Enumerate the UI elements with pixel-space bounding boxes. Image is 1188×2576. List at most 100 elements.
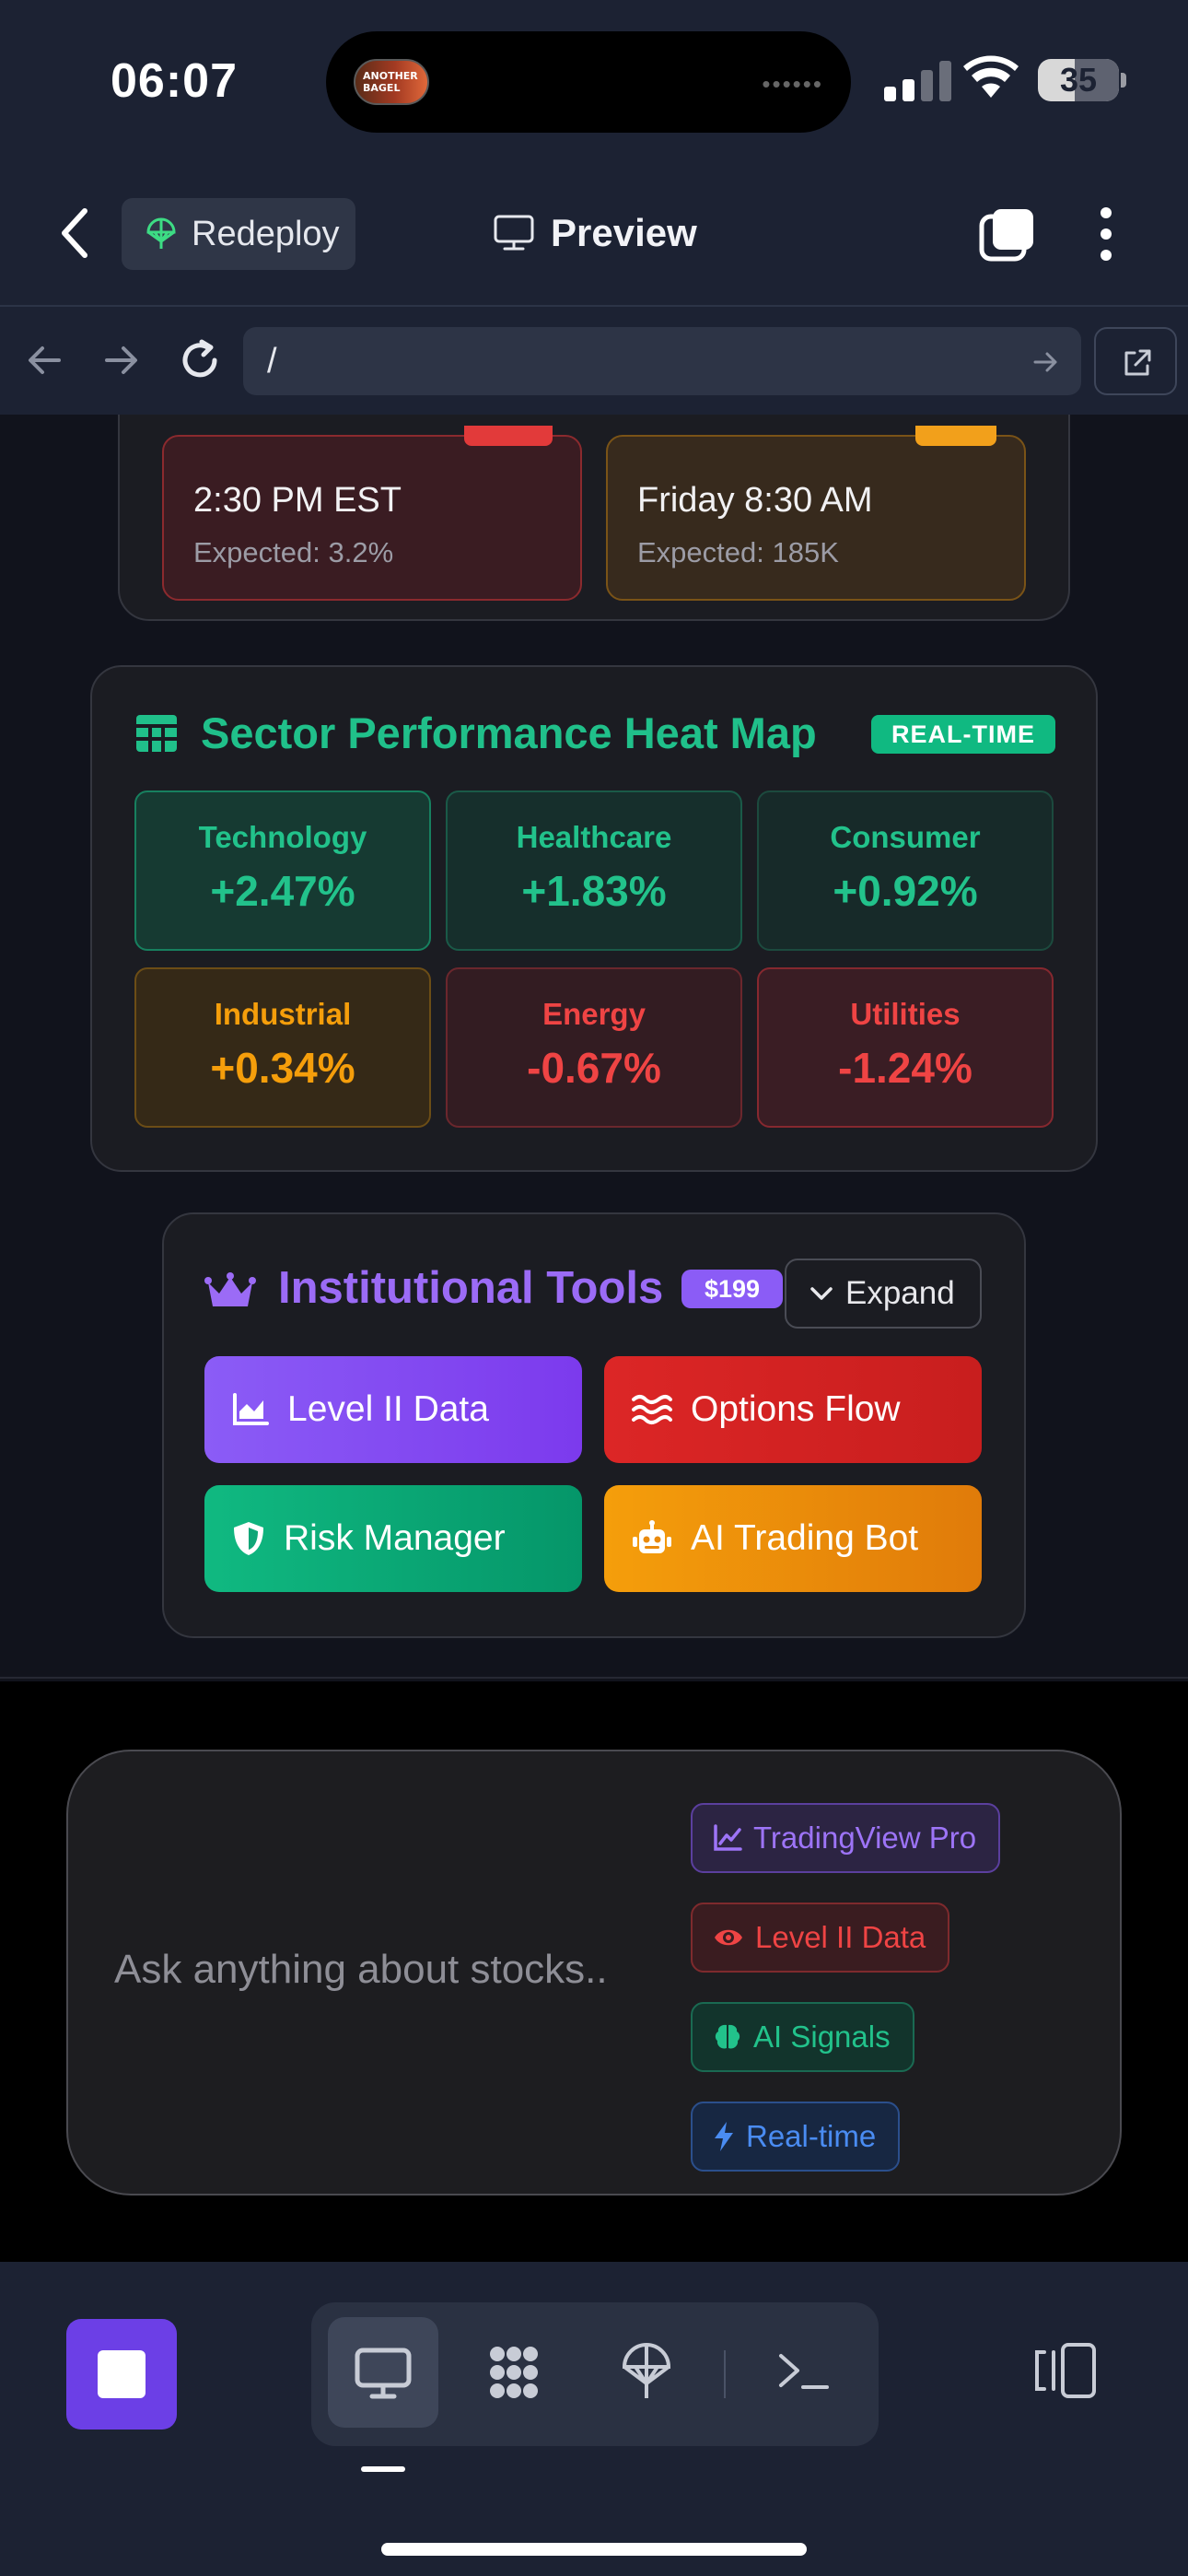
ai-trading-bot-button[interactable]: AI Trading Bot (604, 1485, 982, 1592)
event-badge (464, 426, 553, 446)
sector-change: +1.83% (521, 867, 667, 915)
tab-terminal[interactable] (748, 2317, 858, 2428)
sector-name: Energy (542, 997, 646, 1031)
event-expected: Expected: 185K (637, 536, 839, 568)
chat-area: Ask anything about stocks.. TradingView … (0, 1681, 1188, 2262)
redeploy-icon (146, 217, 176, 249)
desktop-icon (355, 2348, 412, 2399)
level-ii-data-button[interactable]: Level II Data (204, 1356, 582, 1463)
redeploy-label: Redeploy (192, 214, 340, 253)
go-arrow-icon[interactable] (1033, 349, 1059, 375)
sector-change: +0.34% (210, 1044, 355, 1092)
now-playing-artwork-text: ANOTHER BAGEL (363, 70, 418, 94)
expand-button[interactable]: Expand (785, 1259, 982, 1329)
tab-apps[interactable] (459, 2317, 569, 2428)
crown-icon (204, 1272, 256, 1306)
home-indicator[interactable] (381, 2543, 807, 2556)
event-time: Friday 8:30 AM (637, 481, 873, 520)
chip-level-ii-data[interactable]: Level II Data (691, 1903, 950, 1973)
sector-tile-energy[interactable]: Energy -0.67% (446, 967, 742, 1128)
preview-label: Preview (551, 211, 697, 254)
tabs-icon[interactable] (978, 205, 1037, 264)
sector-tile-consumer[interactable]: Consumer +0.92% (757, 790, 1054, 951)
chip-label: Level II Data (755, 1920, 926, 1954)
content-divider (0, 1677, 1188, 1679)
chat-input[interactable]: Ask anything about stocks.. TradingView … (66, 1750, 1122, 2195)
redeploy-button[interactable]: Redeploy (122, 198, 355, 270)
robot-icon (633, 1520, 671, 1553)
app-top-bar: Redeploy Preview (0, 161, 1188, 306)
sector-tile-technology[interactable]: Technology +2.47% (134, 790, 431, 951)
chip-label: Real-time (746, 2119, 877, 2153)
chip-real-time[interactable]: Real-time (691, 2102, 901, 2172)
waves-icon (632, 1395, 672, 1424)
back-chevron-icon[interactable] (53, 205, 99, 261)
brain-icon (715, 2024, 740, 2049)
institutional-tools-card: Institutional Tools $199 Expand Level II… (162, 1212, 1026, 1638)
battery-tip (1121, 73, 1126, 88)
shield-icon (234, 1522, 263, 1555)
url-text: / (267, 342, 277, 381)
chip-label: AI Signals (753, 2020, 891, 2054)
price-badge: $199 (681, 1270, 783, 1308)
nav-back-icon[interactable] (26, 342, 63, 379)
active-tab-indicator (361, 2466, 405, 2472)
area-chart-icon (233, 1393, 269, 1425)
institutional-tools-title: Institutional Tools (278, 1263, 664, 1313)
risk-manager-button[interactable]: Risk Manager (204, 1485, 582, 1592)
side-panel-icon[interactable] (1031, 2341, 1098, 2400)
battery-icon: 35 (1038, 59, 1119, 101)
economic-events-card: 2:30 PM EST Expected: 3.2% Friday 8:30 A… (118, 415, 1070, 621)
event-card-jobs[interactable]: Friday 8:30 AM Expected: 185K (606, 426, 1026, 601)
line-chart-icon (714, 1824, 742, 1851)
monitor-icon (494, 215, 534, 251)
more-options-icon[interactable] (1092, 205, 1120, 263)
sector-name: Consumer (830, 820, 981, 854)
terminal-icon (779, 2354, 829, 2389)
chevron-down-icon (810, 1287, 833, 1300)
realtime-badge: REAL-TIME (871, 715, 1055, 754)
chat-placeholder: Ask anything about stocks.. (114, 1947, 608, 1992)
tool-label: AI Trading Bot (691, 1518, 919, 1558)
event-card-cpi[interactable]: 2:30 PM EST Expected: 3.2% (162, 426, 582, 601)
event-expected: Expected: 3.2% (193, 536, 394, 568)
stop-button[interactable] (66, 2319, 177, 2430)
url-input[interactable]: / (243, 327, 1081, 395)
stop-icon (98, 2350, 146, 2398)
reload-icon[interactable] (178, 338, 222, 382)
sector-heatmap-card: Sector Performance Heat Map REAL-TIME Te… (90, 665, 1098, 1172)
open-external-button[interactable] (1094, 327, 1177, 395)
status-bar: 06:07 ANOTHER BAGEL •••••• 35 (0, 0, 1188, 161)
lightning-icon (715, 2122, 733, 2151)
tool-label: Risk Manager (284, 1518, 506, 1558)
now-playing-artwork: ANOTHER BAGEL (354, 59, 429, 105)
tool-label: Options Flow (691, 1389, 901, 1429)
sector-change: -0.67% (527, 1044, 661, 1092)
sector-name: Industrial (214, 997, 352, 1031)
battery-level: 35 (1059, 61, 1098, 99)
table-grid-icon (136, 715, 177, 752)
preview-content[interactable]: 2:30 PM EST Expected: 3.2% Friday 8:30 A… (0, 415, 1188, 1681)
chip-tradingview-pro[interactable]: TradingView Pro (691, 1803, 1001, 1873)
sector-tile-healthcare[interactable]: Healthcare +1.83% (446, 790, 742, 951)
sector-tile-utilities[interactable]: Utilities -1.24% (757, 967, 1054, 1128)
preview-title[interactable]: Preview (494, 205, 697, 261)
status-time: 06:07 (111, 54, 238, 108)
sector-name: Utilities (850, 997, 961, 1031)
options-flow-button[interactable]: Options Flow (604, 1356, 982, 1463)
expand-label: Expand (845, 1275, 955, 1311)
event-time: 2:30 PM EST (193, 481, 402, 520)
nav-forward-icon[interactable] (103, 342, 140, 379)
heatmap-title: Sector Performance Heat Map (201, 708, 817, 757)
tab-deploy[interactable] (591, 2317, 702, 2428)
sector-name: Technology (198, 820, 367, 854)
tab-desktop[interactable] (328, 2317, 438, 2428)
sector-change: +0.92% (833, 867, 978, 915)
tool-label: Level II Data (287, 1389, 489, 1429)
wifi-icon (963, 55, 1019, 98)
dynamic-island[interactable]: ANOTHER BAGEL •••••• (326, 31, 851, 133)
sector-name: Healthcare (516, 820, 672, 854)
chip-ai-signals[interactable]: AI Signals (691, 2002, 914, 2072)
switcher-separator (724, 2350, 726, 2398)
sector-tile-industrial[interactable]: Industrial +0.34% (134, 967, 431, 1128)
